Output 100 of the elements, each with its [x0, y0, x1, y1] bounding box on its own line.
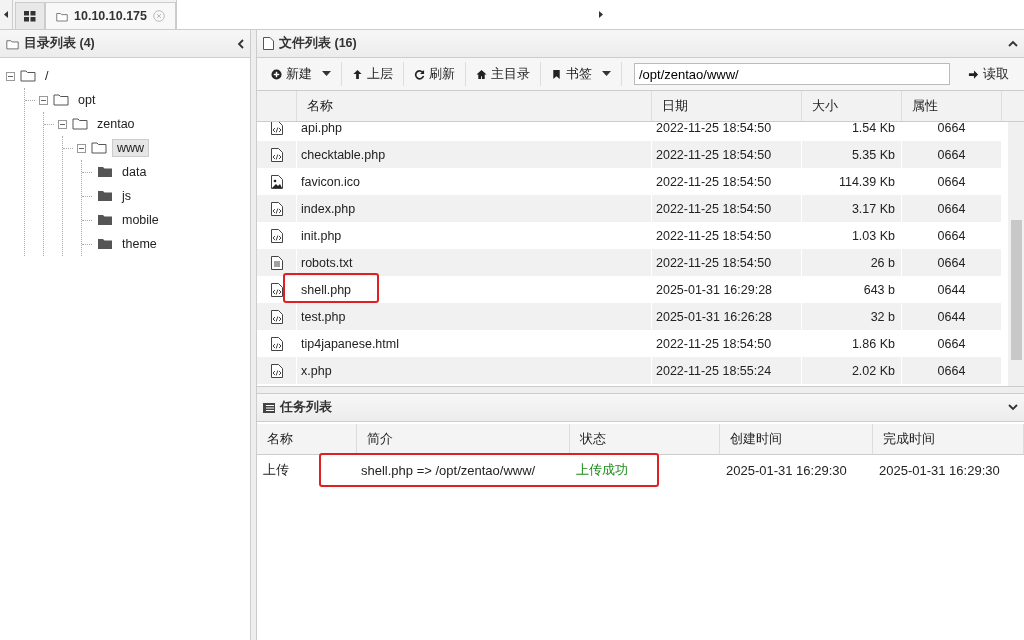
tree-item[interactable]: zentao: [93, 116, 139, 132]
column-header[interactable]: 大小: [802, 91, 902, 121]
file-name[interactable]: shell.php: [301, 282, 352, 297]
file-permissions: 0664: [937, 336, 966, 351]
column-header[interactable]: 创建时间: [720, 424, 873, 455]
file-size: 2.02 Kb: [851, 363, 895, 378]
file-size: 114.39 Kb: [838, 174, 895, 189]
file-size: 1.54 Kb: [851, 122, 895, 135]
collapse-panel-icon[interactable]: [237, 38, 244, 49]
tree-item[interactable]: mobile: [118, 212, 163, 228]
folder-icon: [52, 92, 70, 108]
code-file-icon: [269, 145, 285, 164]
file-name[interactable]: index.php: [301, 201, 356, 216]
column-header[interactable]: 完成时间: [873, 424, 1024, 455]
file-date: 2022-11-25 18:55:24: [656, 363, 772, 378]
file-icon: [263, 37, 274, 50]
bookmark-icon: [551, 68, 562, 80]
collapse-panel-icon[interactable]: [1008, 40, 1018, 47]
file-name[interactable]: api.php: [301, 122, 342, 135]
home-icon: [476, 68, 487, 80]
tree-item[interactable]: js: [118, 188, 136, 204]
scrollbar[interactable]: [1008, 122, 1024, 386]
folder-icon: [96, 188, 114, 204]
file-name[interactable]: favicon.ico: [301, 174, 361, 189]
code-file-icon: [269, 122, 285, 137]
column-header[interactable]: 名称: [297, 91, 652, 121]
file-date: 2022-11-25 18:54:50: [656, 255, 772, 270]
read-button[interactable]: 读取: [958, 62, 1019, 86]
expand-panel-icon[interactable]: [1008, 404, 1018, 411]
file-permissions: 0644: [937, 282, 966, 297]
tree-item[interactable]: /: [41, 68, 53, 84]
file-date: 2022-11-25 18:54:50: [656, 336, 772, 351]
file-name[interactable]: robots.txt: [301, 255, 353, 270]
file-size: 26 b: [870, 255, 895, 270]
toolbar-button[interactable]: 新建: [261, 62, 342, 86]
code-file-icon: [269, 199, 285, 218]
folder-icon: [96, 212, 114, 228]
folder-icon: [56, 10, 68, 22]
column-header[interactable]: 简介: [357, 424, 570, 455]
file-size: 3.17 Kb: [851, 201, 895, 216]
code-file-icon: [269, 226, 285, 245]
collapse-icon[interactable]: [58, 119, 67, 129]
file-name[interactable]: init.php: [301, 228, 342, 243]
refresh-icon: [414, 68, 425, 80]
panel-title: 文件列表 (16): [279, 35, 357, 52]
resize-handle[interactable]: [251, 30, 257, 640]
resize-handle[interactable]: [257, 386, 1024, 394]
file-date: 2022-11-25 18:54:50: [656, 201, 772, 216]
task-created-time: 2025-01-31 16:29:30: [726, 462, 847, 478]
tree-item[interactable]: opt: [74, 92, 100, 108]
toolbar-button[interactable]: 上层: [342, 62, 404, 86]
code-file-icon: [269, 334, 285, 353]
text-file-icon: [269, 253, 285, 272]
toolbar-button[interactable]: 主目录: [466, 62, 541, 86]
file-size: 643 b: [863, 282, 895, 297]
grid-tab[interactable]: [15, 2, 45, 29]
file-permissions: 0664: [937, 255, 966, 270]
tab-label: 10.10.10.175: [74, 9, 147, 23]
file-name[interactable]: tip4japanese.html: [301, 336, 399, 351]
file-permissions: 0664: [937, 174, 966, 189]
file-size: 1.86 Kb: [851, 336, 895, 351]
panel-title: 任务列表: [280, 399, 332, 416]
file-name[interactable]: checktable.php: [301, 147, 386, 162]
left-triangle-icon: [4, 11, 8, 18]
path-field[interactable]: /opt/zentao/www/: [634, 63, 950, 85]
file-size: 5.35 Kb: [851, 147, 895, 162]
collapse-icon[interactable]: [6, 71, 15, 81]
collapse-icon[interactable]: [77, 143, 86, 153]
file-permissions: 0664: [937, 228, 966, 243]
file-date: 2022-11-25 18:54:50: [656, 228, 772, 243]
column-header[interactable]: 名称: [257, 424, 357, 455]
file-name[interactable]: x.php: [301, 363, 332, 378]
task-status: 上传成功: [576, 461, 628, 479]
file-date: 2022-11-25 18:54:50: [656, 147, 772, 162]
tree-item[interactable]: theme: [118, 236, 161, 252]
file-name[interactable]: test.php: [301, 309, 346, 324]
collapse-icon[interactable]: [39, 95, 48, 105]
host-tab[interactable]: 10.10.10.175: [45, 2, 176, 29]
right-triangle-icon: [598, 11, 603, 18]
file-permissions: 0664: [937, 122, 966, 135]
toolbar-button[interactable]: 刷新: [404, 62, 466, 86]
tree-item[interactable]: www: [112, 139, 150, 157]
toolbar-button[interactable]: 书签: [541, 62, 622, 86]
folder-icon: [90, 140, 108, 156]
folder-icon: [71, 116, 89, 132]
file-date: 2025-01-31 16:29:28: [656, 282, 773, 297]
file-permissions: 0664: [937, 201, 966, 216]
task-summary: shell.php => /opt/zentao/www/: [361, 462, 536, 478]
list-icon: [263, 402, 275, 413]
task-name: 上传: [263, 461, 289, 479]
tree-item[interactable]: data: [118, 164, 151, 180]
plus-circle-icon: [271, 68, 282, 80]
column-header[interactable]: 属性: [902, 91, 1002, 121]
up-arrow-icon: [352, 68, 363, 80]
column-header[interactable]: 日期: [652, 91, 802, 121]
file-date: 2025-01-31 16:26:28: [656, 309, 773, 324]
code-file-icon: [269, 280, 285, 299]
file-date: 2022-11-25 18:54:50: [656, 174, 772, 189]
file-permissions: 0664: [937, 363, 966, 378]
column-header[interactable]: 状态: [570, 424, 720, 455]
